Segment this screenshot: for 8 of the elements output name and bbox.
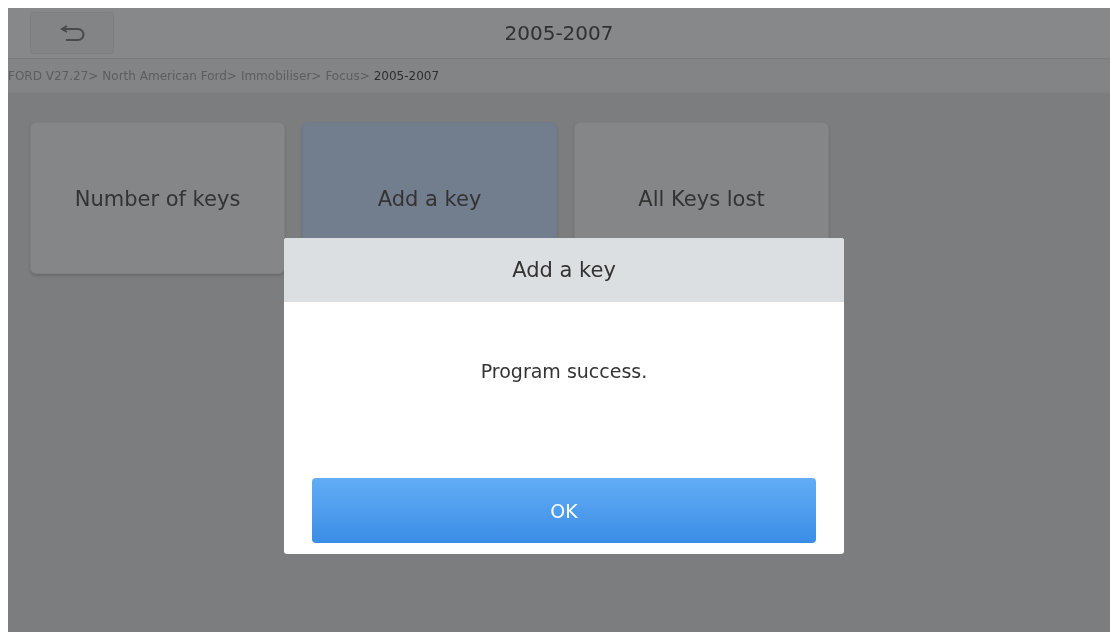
ok-button[interactable]: OK [312,478,816,543]
menu-tile[interactable]: Number of keys [30,122,285,274]
breadcrumb-item[interactable]: 2005-2007 [373,69,440,83]
back-button[interactable] [30,12,114,54]
page-title: 2005-2007 [504,21,614,45]
back-arrow-icon [59,23,85,43]
dialog-message: Program success. [480,360,648,382]
dialog-title: Add a key [284,238,844,302]
